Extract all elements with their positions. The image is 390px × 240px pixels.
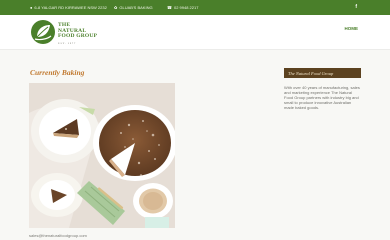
page-title: Currently Baking [30,68,85,77]
footer-email-link[interactable]: sales@thenaturalfoodgroup.com [29,233,87,238]
leaf-icon: ✿ [114,5,118,10]
brand-established: EST. 1977 [58,41,76,45]
sidebar-heading: The Natural Food Group [284,68,361,78]
leaf-logo-icon[interactable] [30,19,56,45]
address-text: 6-8 YALGAR RD KIRRAWEE NSW 2232 [34,5,107,10]
phone-icon: ☎ [167,5,172,10]
sidebar-description: With over 40 years of manufacturing, sal… [284,85,360,110]
brand-link[interactable]: ✿ GLUAB'S BAKING [114,5,153,10]
facebook-icon[interactable]: f [355,4,357,10]
phone-item[interactable]: ☎ 02 9948 2217 [167,5,198,10]
brand-line-3: FOOD GROUP [58,33,98,39]
brand-link-text: GLUAB'S BAKING [119,5,153,10]
phone-text: 02 9948 2217 [173,5,199,10]
top-contact-bar: ● 6-8 YALGAR RD KIRRAWEE NSW 2232 ✿ GLUA… [0,0,390,15]
baking-photo [29,83,175,228]
site-header: THE NATURAL FOOD GROUP EST. 1977 HOME [0,15,390,50]
cake-photo-illustration [29,83,175,228]
map-pin-icon: ● [30,5,33,10]
address-item: ● 6-8 YALGAR RD KIRRAWEE NSW 2232 [30,5,107,10]
nav-home-link[interactable]: HOME [345,26,359,31]
brand-wordmark[interactable]: THE NATURAL FOOD GROUP EST. 1977 [58,22,98,46]
